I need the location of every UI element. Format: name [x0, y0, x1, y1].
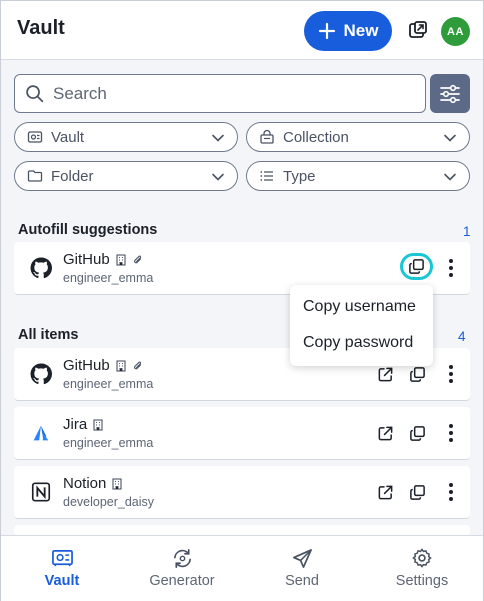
type-filter[interactable]: Type — [246, 161, 470, 191]
vault-filter[interactable]: Vault — [14, 122, 238, 152]
tab-settings-label: Settings — [395, 573, 449, 589]
launch-button[interactable] — [375, 482, 395, 502]
tab-send[interactable]: Send — [263, 536, 341, 601]
copy-icon — [409, 425, 425, 441]
kebab-menu-icon — [449, 259, 453, 277]
search-box — [14, 74, 426, 113]
item-name: GitHub — [63, 251, 110, 268]
github-icon — [29, 362, 53, 386]
autofill-section-title: Autofill suggestions — [18, 222, 158, 238]
kebab-menu-icon — [449, 424, 453, 442]
list-item-jira[interactable]: Jira engineer_emma — [14, 407, 470, 460]
page-title: Vault — [17, 17, 65, 39]
copy-menu: Copy username Copy password — [290, 285, 433, 366]
send-icon — [290, 547, 314, 569]
github-icon — [29, 256, 53, 280]
copy-button[interactable] — [407, 364, 427, 384]
list-item-partial[interactable] — [14, 525, 470, 535]
collection-filter[interactable]: Collection — [246, 122, 470, 152]
kebab-menu-icon — [449, 483, 453, 501]
copy-button[interactable] — [407, 482, 427, 502]
folder-icon — [27, 168, 43, 184]
filter-toggle-button[interactable] — [430, 74, 470, 113]
chevron-down-icon — [444, 134, 456, 142]
tab-send-label: Send — [285, 573, 319, 589]
vault-icon — [50, 547, 74, 569]
more-options-button[interactable] — [444, 362, 458, 386]
search-input[interactable] — [53, 83, 393, 104]
copy-button[interactable] — [400, 253, 433, 280]
vault-icon — [27, 129, 43, 145]
jira-icon — [29, 421, 53, 445]
launch-button[interactable] — [375, 364, 395, 384]
avatar[interactable]: AA — [441, 17, 470, 46]
plus-icon — [318, 22, 335, 40]
chevron-down-icon — [212, 173, 224, 181]
list-icon — [259, 168, 275, 184]
collection-icon — [259, 129, 275, 145]
launch-button[interactable] — [375, 423, 395, 443]
organization-icon — [111, 477, 123, 490]
folder-filter-label: Folder — [51, 167, 94, 185]
popout-icon — [409, 21, 427, 38]
external-link-icon — [378, 485, 392, 499]
organization-icon — [115, 359, 127, 372]
tab-settings[interactable]: Settings — [381, 536, 463, 601]
copy-button[interactable] — [407, 423, 427, 443]
all-items-count: 4 — [458, 329, 466, 344]
more-options-button[interactable] — [444, 480, 458, 504]
item-name: GitHub — [63, 357, 110, 374]
tab-generator[interactable]: Generator — [140, 536, 224, 601]
kebab-menu-icon — [449, 365, 453, 383]
organization-icon — [92, 418, 104, 431]
all-items-section-title: All items — [18, 327, 79, 343]
attachment-icon — [132, 360, 144, 372]
copy-icon — [409, 259, 424, 274]
organization-icon — [115, 253, 127, 266]
copy-icon — [409, 484, 425, 500]
external-link-icon — [378, 367, 392, 381]
type-filter-label: Type — [283, 167, 316, 185]
new-button[interactable]: New — [304, 11, 392, 51]
folder-filter[interactable]: Folder — [14, 161, 238, 191]
popup-frame: Vault New AA Search Vault Collection Fol… — [0, 0, 484, 601]
popout-button[interactable] — [407, 19, 429, 41]
item-username: developer_daisy — [63, 495, 155, 509]
search-icon — [26, 85, 44, 103]
bottom-nav: Vault Generator Send Settings — [1, 535, 483, 601]
item-username: engineer_emma — [63, 271, 154, 285]
tab-vault-label: Vault — [44, 573, 80, 589]
collection-filter-label: Collection — [283, 128, 349, 146]
item-name: Notion — [63, 475, 107, 492]
menu-item-copy-password[interactable]: Copy password — [303, 334, 413, 352]
generator-icon — [170, 547, 194, 569]
item-username: engineer_emma — [63, 436, 154, 450]
new-button-label: New — [343, 21, 379, 40]
more-options-button[interactable] — [444, 256, 458, 280]
attachment-icon — [132, 254, 144, 266]
chevron-down-icon — [444, 173, 456, 181]
settings-icon — [410, 547, 434, 569]
menu-item-copy-username[interactable]: Copy username — [303, 298, 416, 316]
chevron-down-icon — [212, 134, 224, 142]
item-name: Jira — [63, 416, 88, 433]
header: Vault New AA — [1, 1, 483, 60]
item-username: engineer_emma — [63, 377, 154, 391]
tab-generator-label: Generator — [149, 573, 215, 589]
more-options-button[interactable] — [444, 421, 458, 445]
tab-vault[interactable]: Vault — [21, 536, 103, 601]
autofill-count: 1 — [463, 224, 471, 239]
vault-filter-label: Vault — [51, 128, 85, 146]
copy-icon — [409, 366, 425, 382]
sliders-icon — [440, 84, 460, 103]
notion-icon — [29, 480, 53, 504]
external-link-icon — [378, 426, 392, 440]
list-item-notion[interactable]: Notion developer_daisy — [14, 466, 470, 519]
